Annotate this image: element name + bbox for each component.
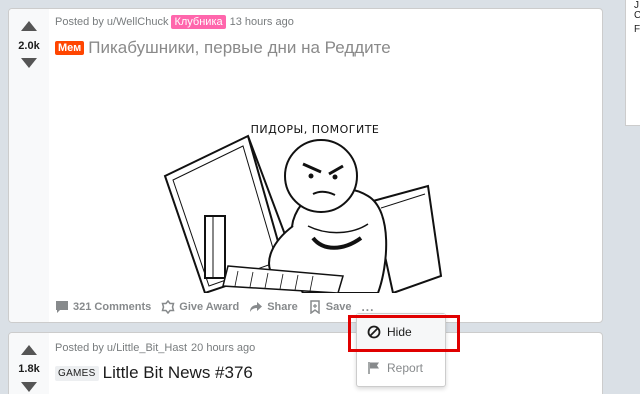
give-award-button[interactable]: Give Award	[161, 300, 239, 314]
post-actions: 321 Comments Give Award Share Save ...	[55, 300, 374, 314]
share-label: Share	[267, 301, 298, 313]
save-button[interactable]: Save	[308, 300, 352, 314]
downvote-icon[interactable]	[21, 382, 37, 392]
posted-by-label: Posted by	[55, 342, 104, 354]
hide-icon	[367, 325, 381, 339]
award-icon	[161, 300, 175, 314]
meme-caption: ПИДОРЫ, ПОМОГИТЕ	[251, 123, 380, 136]
author-link[interactable]: u/Little_Bit_Hast	[107, 342, 187, 354]
upvote-icon[interactable]	[21, 345, 37, 355]
more-options-menu: Hide Report	[356, 313, 446, 387]
comments-label: 321 Comments	[73, 301, 152, 313]
save-label: Save	[325, 301, 352, 313]
post-card[interactable]: 1.8k Posted by u/Little_Bit_Hast 20 hour…	[8, 332, 603, 394]
vote-score: 1.8k	[18, 363, 40, 375]
sidebar-text: C	[634, 10, 640, 21]
post-image[interactable]: ПИДОРЫ, ПОМОГИТЕ	[143, 66, 510, 293]
sidebar-text: F	[634, 24, 640, 35]
posted-by-label: Posted by	[55, 16, 104, 28]
post-flair[interactable]: Мем	[55, 41, 85, 55]
meme-drawing: ПИДОРЫ, ПОМОГИТЕ	[163, 123, 443, 293]
report-menu-item[interactable]: Report	[357, 350, 445, 386]
post-card[interactable]: 2.0k Posted by u/WellChuck Клубника 13 h…	[8, 8, 603, 323]
vote-score: 2.0k	[18, 40, 40, 52]
flag-icon	[367, 361, 381, 375]
post-meta: Posted by u/WellChuck Клубника 13 hours …	[55, 15, 294, 29]
vote-bar: 2.0k	[9, 9, 49, 322]
post-time[interactable]: 13 hours ago	[230, 16, 294, 28]
upvote-icon[interactable]	[21, 21, 37, 31]
post-time[interactable]: 20 hours ago	[191, 342, 255, 354]
post-title[interactable]: Little Bit News #376	[103, 363, 253, 383]
author-link[interactable]: u/WellChuck	[107, 16, 169, 28]
post-flair[interactable]: GAMES	[55, 365, 99, 381]
bookmark-icon	[308, 300, 322, 314]
post-title[interactable]: Пикабушники, первые дни на Реддите	[88, 38, 390, 58]
title-row: GAMES Little Bit News #376	[55, 363, 253, 383]
share-button[interactable]: Share	[249, 300, 298, 314]
more-options-button[interactable]: ...	[361, 300, 374, 314]
share-icon	[249, 300, 263, 314]
hide-menu-item[interactable]: Hide	[357, 314, 445, 350]
report-label: Report	[387, 361, 424, 375]
comment-icon	[55, 300, 69, 314]
award-label: Give Award	[179, 301, 240, 313]
vote-bar: 1.8k	[9, 333, 49, 394]
user-flair: Клубника	[171, 15, 226, 29]
title-row: Мем Пикабушники, первые дни на Реддите	[55, 38, 391, 58]
comments-button[interactable]: 321 Comments	[55, 300, 151, 314]
post-meta: Posted by u/Little_Bit_Hast 20 hours ago	[55, 342, 255, 354]
hide-label: Hide	[387, 325, 412, 339]
downvote-icon[interactable]	[21, 58, 37, 68]
